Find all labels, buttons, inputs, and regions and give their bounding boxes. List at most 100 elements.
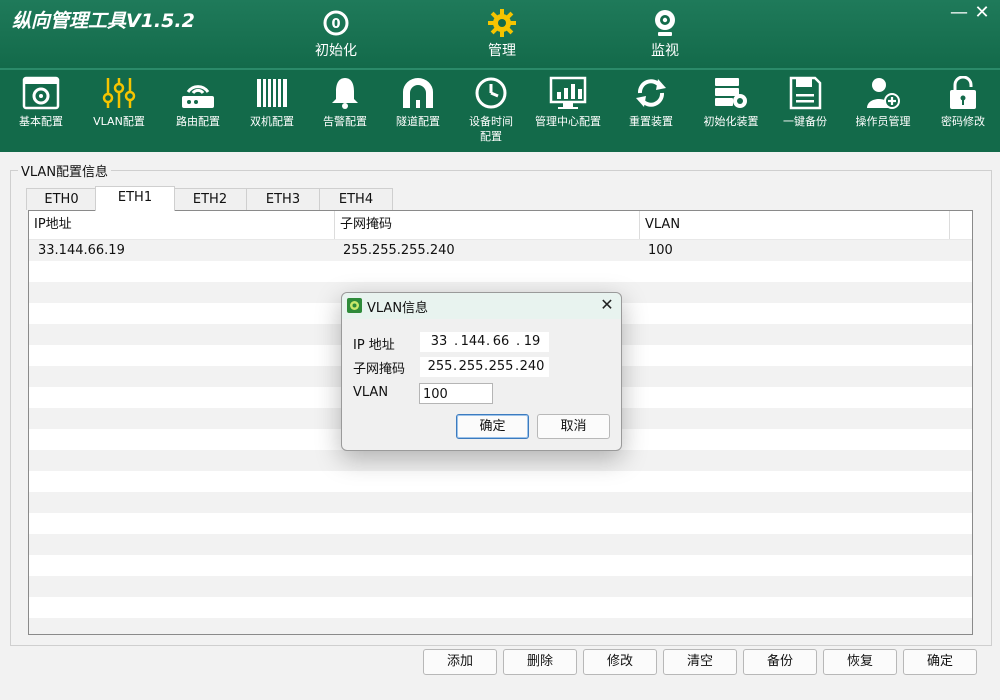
camera-icon	[655, 10, 675, 36]
gear-icon	[488, 9, 516, 37]
dialog-ok-button[interactable]: 确定	[456, 414, 529, 439]
table-row[interactable]: 33.144.66.19 255.255.255.240 100	[29, 240, 972, 261]
empty-table-row	[29, 261, 972, 282]
toolbar-label: 设备时间	[469, 115, 513, 128]
main-tab-label: 监视	[651, 43, 679, 59]
toolbar-label: 隧道配置	[396, 115, 440, 128]
empty-table-row	[29, 555, 972, 576]
mask-octet[interactable]: 255	[487, 357, 515, 377]
toolbar-tunnel-config[interactable]: 隧道配置	[387, 76, 449, 129]
toolbar-label: 路由配置	[176, 115, 220, 128]
title-bar: 纵向管理工具V1.5.2 — ✕ 0 初始化 管理 监视	[0, 0, 1000, 68]
empty-table-row	[29, 492, 972, 513]
restore-button[interactable]: 恢复	[823, 649, 897, 675]
main-tab-manage[interactable]: 管理	[457, 8, 547, 60]
ip-address-input[interactable]: 33 . 144 . 66 . 19	[420, 332, 549, 352]
main-tab-monitor[interactable]: 监视	[620, 8, 710, 60]
sliders-icon	[102, 78, 136, 108]
toolbar-route-config[interactable]: 路由配置	[166, 76, 230, 129]
delete-button[interactable]: 删除	[503, 649, 577, 675]
cell-ip: 33.144.66.19	[38, 243, 125, 258]
ip-octet[interactable]: 19	[521, 332, 543, 352]
toolbar-label: 操作员管理	[855, 115, 911, 128]
clear-button[interactable]: 清空	[663, 649, 737, 675]
toolbar: 基本配置 VLAN配置 路由配置 双机配置 告警配置 隧道配置 设备时间 配置 …	[0, 68, 1000, 152]
svg-text:0: 0	[331, 17, 340, 32]
column-header-mask[interactable]: 子网掩码	[335, 211, 640, 239]
lock-icon	[950, 76, 976, 109]
toolbar-vlan-config[interactable]: VLAN配置	[84, 76, 154, 129]
tunnel-icon	[403, 78, 433, 108]
toolbar-center-config[interactable]: 管理中心配置	[528, 76, 608, 129]
toolbar-reset-device[interactable]: 重置装置	[618, 76, 684, 129]
main-tab-init[interactable]: 0 初始化	[291, 8, 381, 60]
table-header: IP地址 子网掩码 VLAN	[29, 211, 972, 240]
backup-button[interactable]: 备份	[743, 649, 817, 675]
tab-eth0[interactable]: ETH0	[26, 188, 97, 210]
toolbar-label: 管理中心配置	[535, 115, 601, 128]
mask-octet[interactable]: 255	[426, 357, 454, 377]
toolbar-alarm-config[interactable]: 告警配置	[314, 76, 376, 129]
modify-button[interactable]: 修改	[583, 649, 657, 675]
server-gear-icon	[715, 78, 747, 108]
tab-eth1[interactable]: ETH1	[95, 186, 175, 211]
toolbar-dual-config[interactable]: 双机配置	[240, 76, 304, 129]
confirm-button[interactable]: 确定	[903, 649, 977, 675]
toolbar-label: VLAN配置	[93, 115, 145, 128]
vlan-info-dialog: VLAN信息 ✕ IP 地址 33 . 144 . 66 . 19 子网掩码 2…	[341, 292, 622, 451]
dialog-cancel-button[interactable]: 取消	[537, 414, 610, 439]
add-button[interactable]: 添加	[423, 649, 497, 675]
mask-label: 子网掩码	[353, 362, 406, 377]
monitor-chart-icon	[549, 76, 587, 109]
router-icon	[182, 85, 214, 108]
save-icon	[789, 76, 822, 110]
dialog-close-button[interactable]: ✕	[597, 295, 617, 315]
toolbar-label: 密码修改	[941, 115, 985, 128]
ip-label: IP 地址	[353, 338, 395, 353]
basic-config-icon	[22, 76, 60, 110]
ip-separator: .	[454, 334, 459, 349]
tab-eth4[interactable]: ETH4	[319, 188, 393, 210]
mask-octet[interactable]: 255	[457, 357, 485, 377]
dialog-title: VLAN信息	[367, 301, 429, 316]
toolbar-password-change[interactable]: 密码修改	[932, 76, 994, 129]
column-header-ip[interactable]: IP地址	[29, 211, 335, 239]
toolbar-label: 双机配置	[250, 115, 294, 128]
toolbar-device-time-config[interactable]: 设备时间 配置	[460, 76, 522, 144]
toolbar-label: 基本配置	[19, 115, 63, 128]
toolbar-label: 重置装置	[629, 115, 673, 128]
empty-table-row	[29, 597, 972, 618]
toolbar-label: 配置	[480, 130, 502, 143]
cell-vlan: 100	[648, 243, 673, 258]
column-header-vlan[interactable]: VLAN	[640, 211, 950, 239]
subnet-mask-input[interactable]: 255 . 255 . 255 . 240	[420, 357, 549, 377]
ip-separator: .	[516, 334, 521, 349]
main-tab-label: 管理	[488, 43, 516, 59]
cell-mask: 255.255.255.240	[343, 243, 455, 258]
tab-eth2[interactable]: ETH2	[173, 188, 247, 210]
toolbar-basic-config[interactable]: 基本配置	[8, 76, 74, 129]
refresh-icon	[636, 79, 666, 107]
ip-octet[interactable]: 144	[459, 332, 487, 352]
main-tab-label: 初始化	[315, 43, 357, 59]
close-window-button[interactable]: ✕	[968, 2, 996, 24]
group-title: VLAN配置信息	[18, 161, 112, 180]
dual-machine-icon	[257, 79, 287, 107]
toolbar-one-click-backup[interactable]: 一键备份	[774, 76, 836, 129]
toolbar-operator-manage[interactable]: 操作员管理	[848, 76, 918, 129]
app-icon	[347, 298, 362, 313]
empty-table-row	[29, 513, 972, 534]
dialog-title-bar[interactable]: VLAN信息 ✕	[342, 293, 621, 319]
empty-table-row	[29, 618, 972, 634]
user-add-icon	[867, 78, 900, 109]
ip-octet[interactable]: 33	[428, 332, 450, 352]
ip-octet[interactable]: 66	[490, 332, 512, 352]
bell-icon	[332, 78, 358, 109]
empty-table-row	[29, 450, 972, 471]
mask-octet[interactable]: 240	[518, 357, 546, 377]
tab-eth3[interactable]: ETH3	[246, 188, 320, 210]
toolbar-init-device[interactable]: 初始化装置	[694, 76, 768, 129]
vlan-input[interactable]: 100	[419, 383, 493, 404]
toolbar-label: 一键备份	[783, 115, 827, 128]
toolbar-label: 告警配置	[323, 115, 367, 128]
